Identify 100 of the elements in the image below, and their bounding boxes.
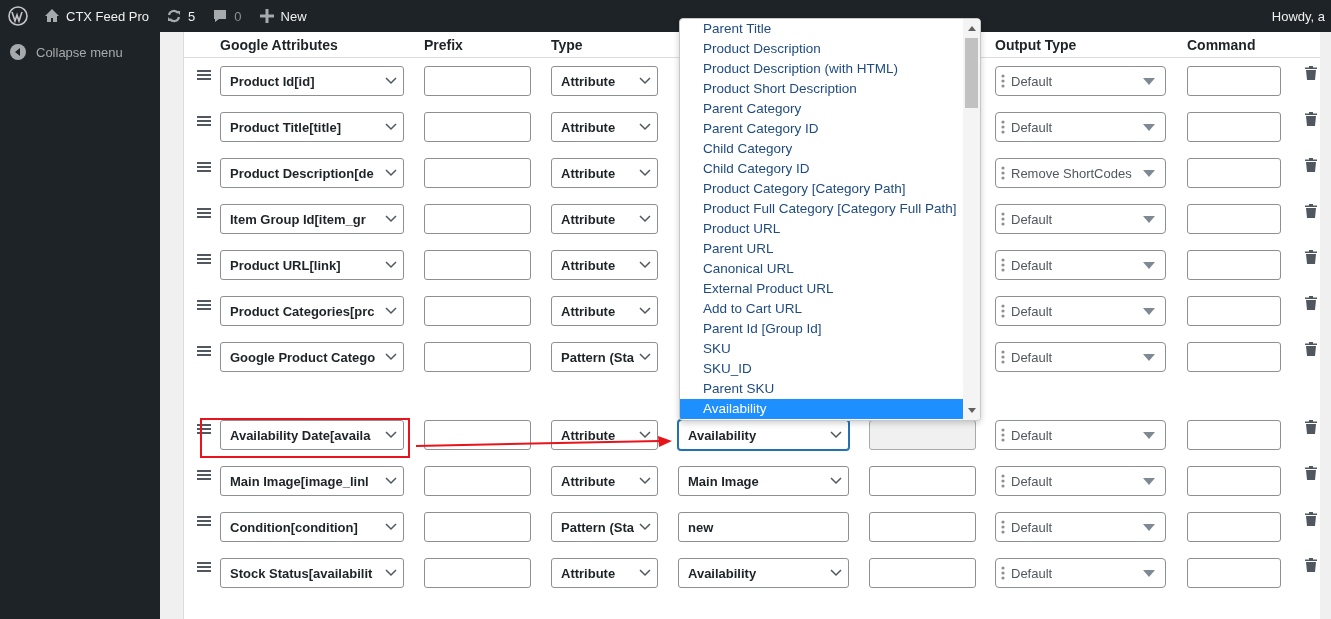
prefix-input[interactable]: [424, 112, 531, 142]
google-attribute-select[interactable]: Main Image[image_linl: [220, 466, 404, 496]
google-attribute-select[interactable]: Product Categories[prc: [220, 296, 404, 326]
google-attribute-select[interactable]: Availability Date[availa: [220, 420, 404, 450]
type-select[interactable]: Pattern (Sta: [551, 342, 658, 372]
type-select[interactable]: Pattern (Sta: [551, 512, 658, 542]
google-attribute-select[interactable]: Item Group Id[item_gr: [220, 204, 404, 234]
trash-icon[interactable]: [1305, 466, 1317, 480]
trash-icon[interactable]: [1305, 250, 1317, 264]
dropdown-option[interactable]: Product Category [Category Path]: [680, 179, 963, 199]
drag-handle-icon[interactable]: [197, 470, 211, 480]
command-input[interactable]: [1187, 466, 1281, 496]
trash-icon[interactable]: [1305, 204, 1317, 218]
dropdown-option[interactable]: Parent Id [Group Id]: [680, 319, 963, 339]
value-select[interactable]: Availability: [678, 558, 849, 588]
site-name-link[interactable]: CTX Feed Pro: [44, 8, 150, 24]
dropdown-option[interactable]: External Product URL: [680, 279, 963, 299]
trash-icon[interactable]: [1305, 158, 1317, 172]
dropdown-option[interactable]: Child Category ID: [680, 159, 963, 179]
dropdown-option[interactable]: SKU_ID: [680, 359, 963, 379]
drag-handle-icon[interactable]: [197, 424, 211, 434]
trash-icon[interactable]: [1305, 112, 1317, 126]
prefix-input[interactable]: [424, 512, 531, 542]
output-type-select[interactable]: Default: [995, 112, 1166, 142]
trash-icon[interactable]: [1305, 558, 1317, 572]
dropdown-option[interactable]: SKU: [680, 339, 963, 359]
command-input[interactable]: [1187, 342, 1281, 372]
google-attribute-select[interactable]: Product Title[title]: [220, 112, 404, 142]
suffix-input[interactable]: [869, 466, 976, 496]
output-type-select[interactable]: Default: [995, 420, 1166, 450]
drag-handle-icon[interactable]: [197, 516, 211, 526]
prefix-input[interactable]: [424, 296, 531, 326]
dropdown-option[interactable]: Parent Title: [680, 19, 963, 39]
drag-handle-icon[interactable]: [197, 70, 211, 80]
type-select[interactable]: Attribute: [551, 466, 658, 496]
suffix-input[interactable]: [869, 512, 976, 542]
wordpress-logo-icon[interactable]: [8, 6, 28, 26]
prefix-input[interactable]: [424, 466, 531, 496]
prefix-input[interactable]: [424, 558, 531, 588]
command-input[interactable]: [1187, 204, 1281, 234]
output-type-select[interactable]: Default: [995, 466, 1166, 496]
output-type-select[interactable]: Default: [995, 512, 1166, 542]
type-select[interactable]: Attribute: [551, 204, 658, 234]
drag-handle-icon[interactable]: [197, 300, 211, 310]
prefix-input[interactable]: [424, 342, 531, 372]
trash-icon[interactable]: [1305, 342, 1317, 356]
dropdown-option[interactable]: Parent URL: [680, 239, 963, 259]
scrollbar-thumb[interactable]: [965, 38, 978, 108]
drag-handle-icon[interactable]: [197, 116, 211, 126]
dropdown-option[interactable]: Parent SKU: [680, 379, 963, 399]
type-select[interactable]: Attribute: [551, 296, 658, 326]
output-type-select[interactable]: Remove ShortCodes: [995, 158, 1166, 188]
command-input[interactable]: [1187, 296, 1281, 326]
scrollbar[interactable]: [963, 19, 980, 420]
command-input[interactable]: [1187, 512, 1281, 542]
google-attribute-select[interactable]: Condition[condition]: [220, 512, 404, 542]
type-select[interactable]: Attribute: [551, 420, 658, 450]
command-input[interactable]: [1187, 158, 1281, 188]
type-select[interactable]: Attribute: [551, 66, 658, 96]
dropdown-option[interactable]: Product Description (with HTML): [680, 59, 963, 79]
updates-link[interactable]: 5: [166, 8, 196, 24]
google-attribute-select[interactable]: Product Id[id]: [220, 66, 404, 96]
output-type-select[interactable]: Default: [995, 66, 1166, 96]
scroll-down-icon[interactable]: [967, 408, 976, 413]
drag-handle-icon[interactable]: [197, 346, 211, 356]
suffix-input[interactable]: [869, 558, 976, 588]
comments-link[interactable]: 0: [212, 8, 242, 24]
drag-handle-icon[interactable]: [197, 254, 211, 264]
value-input[interactable]: new: [678, 512, 849, 542]
dropdown-option[interactable]: Product Full Category [Category Full Path]: [680, 199, 963, 219]
type-select[interactable]: Attribute: [551, 112, 658, 142]
command-input[interactable]: [1187, 112, 1281, 142]
dropdown-option[interactable]: Child Category: [680, 139, 963, 159]
dropdown-option[interactable]: Product Description: [680, 39, 963, 59]
new-link[interactable]: New: [258, 8, 307, 24]
prefix-input[interactable]: [424, 420, 531, 450]
user-greeting[interactable]: Howdy, a: [1271, 8, 1325, 24]
prefix-input[interactable]: [424, 250, 531, 280]
command-input[interactable]: [1187, 66, 1281, 96]
value-select[interactable]: Availability: [678, 420, 849, 450]
type-select[interactable]: Attribute: [551, 158, 658, 188]
type-select[interactable]: Attribute: [551, 558, 658, 588]
output-type-select[interactable]: Default: [995, 204, 1166, 234]
google-attribute-select[interactable]: Product Description[de: [220, 158, 404, 188]
command-input[interactable]: [1187, 558, 1281, 588]
command-input[interactable]: [1187, 420, 1281, 450]
prefix-input[interactable]: [424, 66, 531, 96]
drag-handle-icon[interactable]: [197, 162, 211, 172]
trash-icon[interactable]: [1305, 420, 1317, 434]
type-select[interactable]: Attribute: [551, 250, 658, 280]
prefix-input[interactable]: [424, 158, 531, 188]
trash-icon[interactable]: [1305, 66, 1317, 80]
drag-handle-icon[interactable]: [197, 208, 211, 218]
dropdown-option[interactable]: Parent Category ID: [680, 119, 963, 139]
output-type-select[interactable]: Default: [995, 558, 1166, 588]
google-attribute-select[interactable]: Stock Status[availabilit: [220, 558, 404, 588]
drag-handle-icon[interactable]: [197, 562, 211, 572]
output-type-select[interactable]: Default: [995, 296, 1166, 326]
dropdown-option[interactable]: Add to Cart URL: [680, 299, 963, 319]
trash-icon[interactable]: [1305, 512, 1317, 526]
